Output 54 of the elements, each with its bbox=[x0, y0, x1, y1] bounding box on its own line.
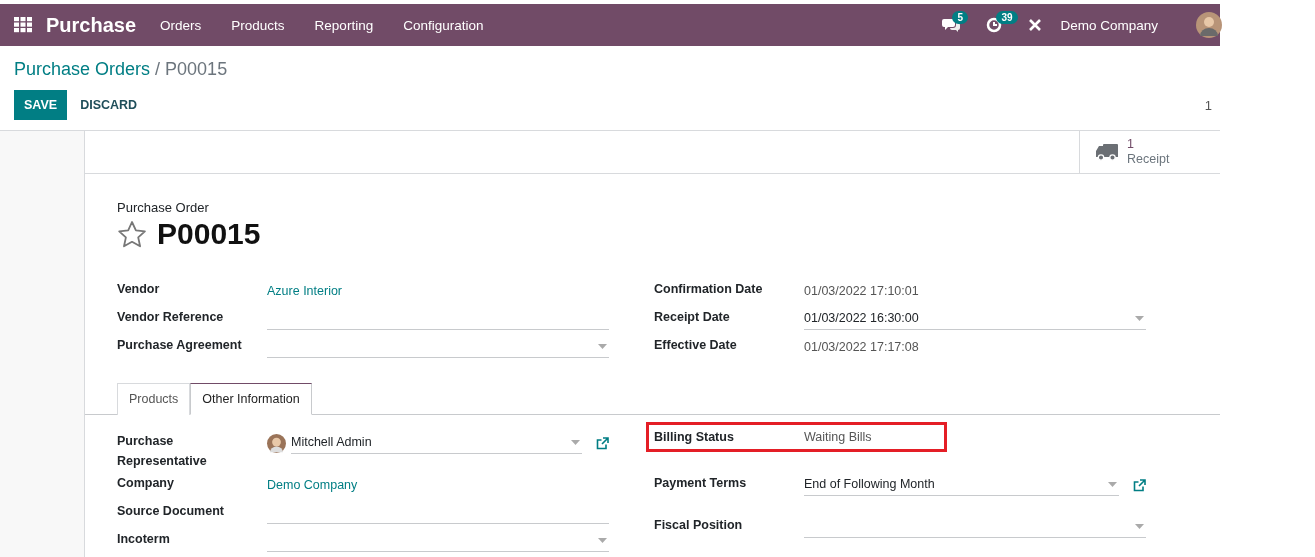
pager-value[interactable]: 1 bbox=[1204, 97, 1212, 113]
company-switcher[interactable]: Demo Company bbox=[1060, 17, 1158, 33]
user-avatar[interactable] bbox=[1196, 12, 1222, 38]
caret-icon bbox=[598, 343, 607, 349]
menu-item[interactable]: Configuration bbox=[403, 17, 484, 33]
caret-icon bbox=[571, 439, 580, 445]
field-label: Vendor Reference bbox=[117, 309, 225, 326]
field-label: Source Document bbox=[117, 503, 225, 520]
field-value: 01/03/2022 17:10:01 bbox=[804, 284, 919, 298]
caret-icon bbox=[1135, 523, 1144, 529]
activity-count-badge: 39 bbox=[996, 11, 1018, 24]
dropdown-field[interactable]: 01/03/2022 16:30:00 bbox=[804, 307, 1146, 330]
breadcrumb-current: P00015 bbox=[165, 59, 228, 80]
caret-icon bbox=[598, 537, 607, 543]
tools-icon[interactable] bbox=[1028, 18, 1043, 32]
caret-icon bbox=[1108, 481, 1117, 487]
field-link[interactable]: Demo Company bbox=[267, 478, 358, 492]
field-label: Company bbox=[117, 475, 175, 492]
field-link[interactable]: Azure Interior bbox=[267, 284, 343, 298]
field-label: Payment Terms bbox=[654, 475, 748, 492]
field-label: Vendor bbox=[117, 281, 161, 298]
field-label: Billing Status bbox=[654, 429, 735, 446]
tab[interactable]: Other Information bbox=[190, 383, 312, 415]
menu-item[interactable]: Orders bbox=[160, 17, 202, 33]
message-count-badge: 5 bbox=[952, 11, 968, 24]
external-link-icon[interactable] bbox=[1133, 478, 1146, 492]
field-label: Fiscal Position bbox=[654, 517, 744, 534]
record-title: P00015 bbox=[157, 217, 261, 251]
field-label: Receipt Date bbox=[654, 309, 731, 326]
tab[interactable]: Products bbox=[117, 383, 191, 415]
dropdown-field[interactable]: Mitchell Admin bbox=[291, 431, 582, 454]
field-label: Purchase Agreement bbox=[117, 337, 243, 354]
menu-item[interactable]: Products bbox=[231, 17, 285, 33]
breadcrumb-link[interactable]: Purchase Orders bbox=[14, 59, 151, 80]
caret-icon bbox=[1135, 315, 1144, 321]
field-label: Effective Date bbox=[654, 337, 738, 354]
menu-item[interactable]: Reporting bbox=[314, 17, 374, 33]
record-type-label: Purchase Order bbox=[117, 200, 210, 215]
star-icon[interactable] bbox=[117, 220, 147, 248]
field-label: Purchase Representative bbox=[117, 433, 208, 470]
discard-button[interactable]: DISCARD bbox=[67, 90, 151, 120]
clock-icon[interactable] bbox=[986, 17, 1003, 33]
dropdown-field[interactable]: End of Following Month bbox=[804, 473, 1119, 496]
user-avatar bbox=[267, 433, 286, 453]
external-link-icon[interactable] bbox=[596, 436, 609, 450]
app-name[interactable]: Purchase bbox=[46, 13, 137, 37]
field-value: Waiting Bills bbox=[804, 430, 873, 444]
field-label: Confirmation Date bbox=[654, 281, 764, 298]
apps-grid-icon[interactable] bbox=[14, 17, 32, 33]
truck-icon bbox=[1096, 143, 1118, 161]
breadcrumb-separator: / bbox=[155, 59, 161, 80]
field-value: 01/03/2022 17:17:08 bbox=[804, 340, 919, 354]
field-label: Incoterm bbox=[117, 531, 171, 548]
save-button[interactable]: SAVE bbox=[14, 90, 68, 120]
